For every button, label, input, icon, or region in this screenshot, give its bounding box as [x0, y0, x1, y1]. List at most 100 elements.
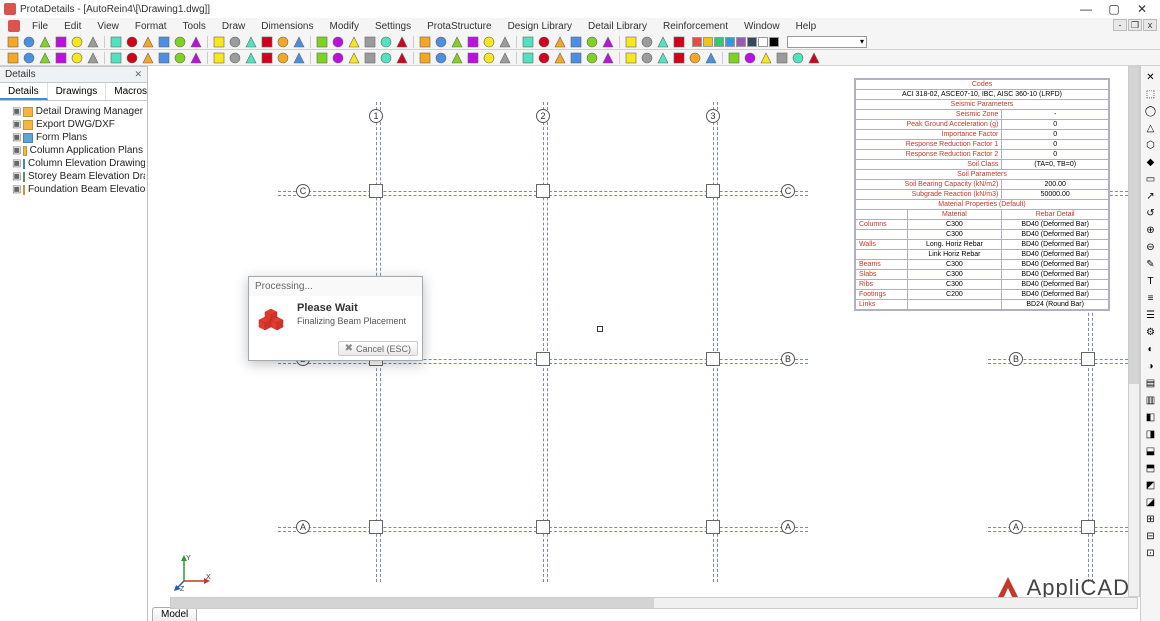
toolbar-button[interactable]: [521, 35, 535, 49]
close-button[interactable]: ✕: [1128, 0, 1156, 18]
column-node[interactable]: [369, 184, 383, 198]
expand-icon[interactable]: ▣: [12, 171, 20, 182]
toolbar-button[interactable]: [315, 51, 329, 65]
toolbar-button[interactable]: [212, 51, 226, 65]
toolbar-button[interactable]: [157, 51, 171, 65]
toolbar-button[interactable]: [276, 35, 290, 49]
horizontal-scrollbar[interactable]: [170, 597, 1138, 609]
toolbar-button[interactable]: [54, 35, 68, 49]
toolbar-button[interactable]: [38, 35, 52, 49]
right-tool-button[interactable]: ◧: [1143, 409, 1159, 425]
toolbar-button[interactable]: [656, 51, 670, 65]
menu-app-icon[interactable]: [8, 20, 20, 32]
menu-tools[interactable]: Tools: [175, 20, 214, 33]
toolbar-button[interactable]: [70, 51, 84, 65]
toolbar-button[interactable]: [54, 51, 68, 65]
menu-modify[interactable]: Modify: [321, 20, 366, 33]
toolbar-button[interactable]: [395, 35, 409, 49]
right-tool-button[interactable]: ⊡: [1143, 545, 1159, 561]
toolbar-button[interactable]: [292, 51, 306, 65]
color-swatch[interactable]: [769, 37, 779, 47]
toolbar-button[interactable]: [38, 51, 52, 65]
menu-draw[interactable]: Draw: [214, 20, 253, 33]
vertical-scrollbar[interactable]: [1128, 66, 1140, 597]
toolbar-button[interactable]: [569, 35, 583, 49]
mdi-close-button[interactable]: x: [1143, 19, 1157, 31]
right-tool-button[interactable]: ▤: [1143, 375, 1159, 391]
toolbar-button[interactable]: [189, 35, 203, 49]
toolbar-button[interactable]: [640, 51, 654, 65]
menu-settings[interactable]: Settings: [367, 20, 419, 33]
right-tool-button[interactable]: ◪: [1143, 494, 1159, 510]
toolbar-button[interactable]: [672, 51, 686, 65]
toolbar-button[interactable]: [109, 51, 123, 65]
column-node[interactable]: [536, 352, 550, 366]
toolbar-button[interactable]: [331, 51, 345, 65]
toolbar-button[interactable]: [466, 35, 480, 49]
toolbar-button[interactable]: [704, 51, 718, 65]
toolbar-button[interactable]: [315, 35, 329, 49]
toolbar-button[interactable]: [70, 35, 84, 49]
toolbar-button[interactable]: [347, 35, 361, 49]
toolbar-button[interactable]: [585, 35, 599, 49]
toolbar-button[interactable]: [86, 51, 100, 65]
toolbar-button[interactable]: [379, 51, 393, 65]
right-tool-button[interactable]: ✕: [1143, 69, 1159, 85]
toolbar-button[interactable]: [521, 51, 535, 65]
toolbar-button[interactable]: [173, 35, 187, 49]
expand-icon[interactable]: ▣: [12, 119, 20, 130]
toolbar-button[interactable]: [22, 51, 36, 65]
toolbar-button[interactable]: [6, 51, 20, 65]
right-tool-button[interactable]: ⬚: [1143, 86, 1159, 102]
right-tool-button[interactable]: T: [1143, 273, 1159, 289]
right-tool-button[interactable]: ⚙: [1143, 324, 1159, 340]
tree-item[interactable]: ▣Foundation Beam Elevation Dra...: [2, 183, 145, 196]
toolbar-button[interactable]: [585, 51, 599, 65]
right-tool-button[interactable]: ◑: [1143, 358, 1159, 374]
toolbar-button[interactable]: [759, 51, 773, 65]
color-swatch[interactable]: [703, 37, 713, 47]
toolbar-button[interactable]: [791, 51, 805, 65]
toolbar-button[interactable]: [260, 51, 274, 65]
toolbar-button[interactable]: [173, 51, 187, 65]
right-tool-button[interactable]: ✎: [1143, 256, 1159, 272]
mdi-minimize-button[interactable]: -: [1113, 19, 1127, 31]
column-node[interactable]: [1081, 520, 1095, 534]
column-node[interactable]: [369, 520, 383, 534]
tree-item[interactable]: ▣Detail Drawing Manager: [2, 105, 145, 118]
right-tool-button[interactable]: ⊕: [1143, 222, 1159, 238]
toolbar-button[interactable]: [228, 35, 242, 49]
column-node[interactable]: [1081, 352, 1095, 366]
toolbar-button[interactable]: [498, 51, 512, 65]
right-tool-button[interactable]: ⊖: [1143, 239, 1159, 255]
side-panel-close-icon[interactable]: ✕: [134, 69, 142, 80]
right-tool-button[interactable]: ⊞: [1143, 511, 1159, 527]
column-node[interactable]: [706, 184, 720, 198]
toolbar-button[interactable]: [624, 51, 638, 65]
toolbar-button[interactable]: [537, 35, 551, 49]
toolbar-button[interactable]: [434, 51, 448, 65]
right-tool-button[interactable]: ▥: [1143, 392, 1159, 408]
toolbar-button[interactable]: [109, 35, 123, 49]
toolbar-button[interactable]: [292, 35, 306, 49]
right-tool-button[interactable]: ↗: [1143, 188, 1159, 204]
menu-edit[interactable]: Edit: [56, 20, 89, 33]
right-tool-button[interactable]: ⊟: [1143, 528, 1159, 544]
toolbar-button[interactable]: [601, 51, 615, 65]
toolbar-button[interactable]: [601, 35, 615, 49]
column-node[interactable]: [706, 520, 720, 534]
menu-window[interactable]: Window: [736, 20, 788, 33]
tree-item[interactable]: ▣Column Application Plans: [2, 144, 145, 157]
toolbar-button[interactable]: [395, 51, 409, 65]
toolbar-button[interactable]: [553, 35, 567, 49]
right-tool-button[interactable]: △: [1143, 120, 1159, 136]
color-swatch[interactable]: [692, 37, 702, 47]
menu-detail-library[interactable]: Detail Library: [580, 20, 655, 33]
color-swatch[interactable]: [714, 37, 724, 47]
expand-icon[interactable]: ▣: [12, 145, 20, 156]
toolbar-button[interactable]: [86, 35, 100, 49]
toolbar-button[interactable]: [379, 35, 393, 49]
toolbar-button[interactable]: [363, 35, 377, 49]
minimize-button[interactable]: —: [1072, 0, 1100, 18]
toolbar-button[interactable]: [125, 35, 139, 49]
